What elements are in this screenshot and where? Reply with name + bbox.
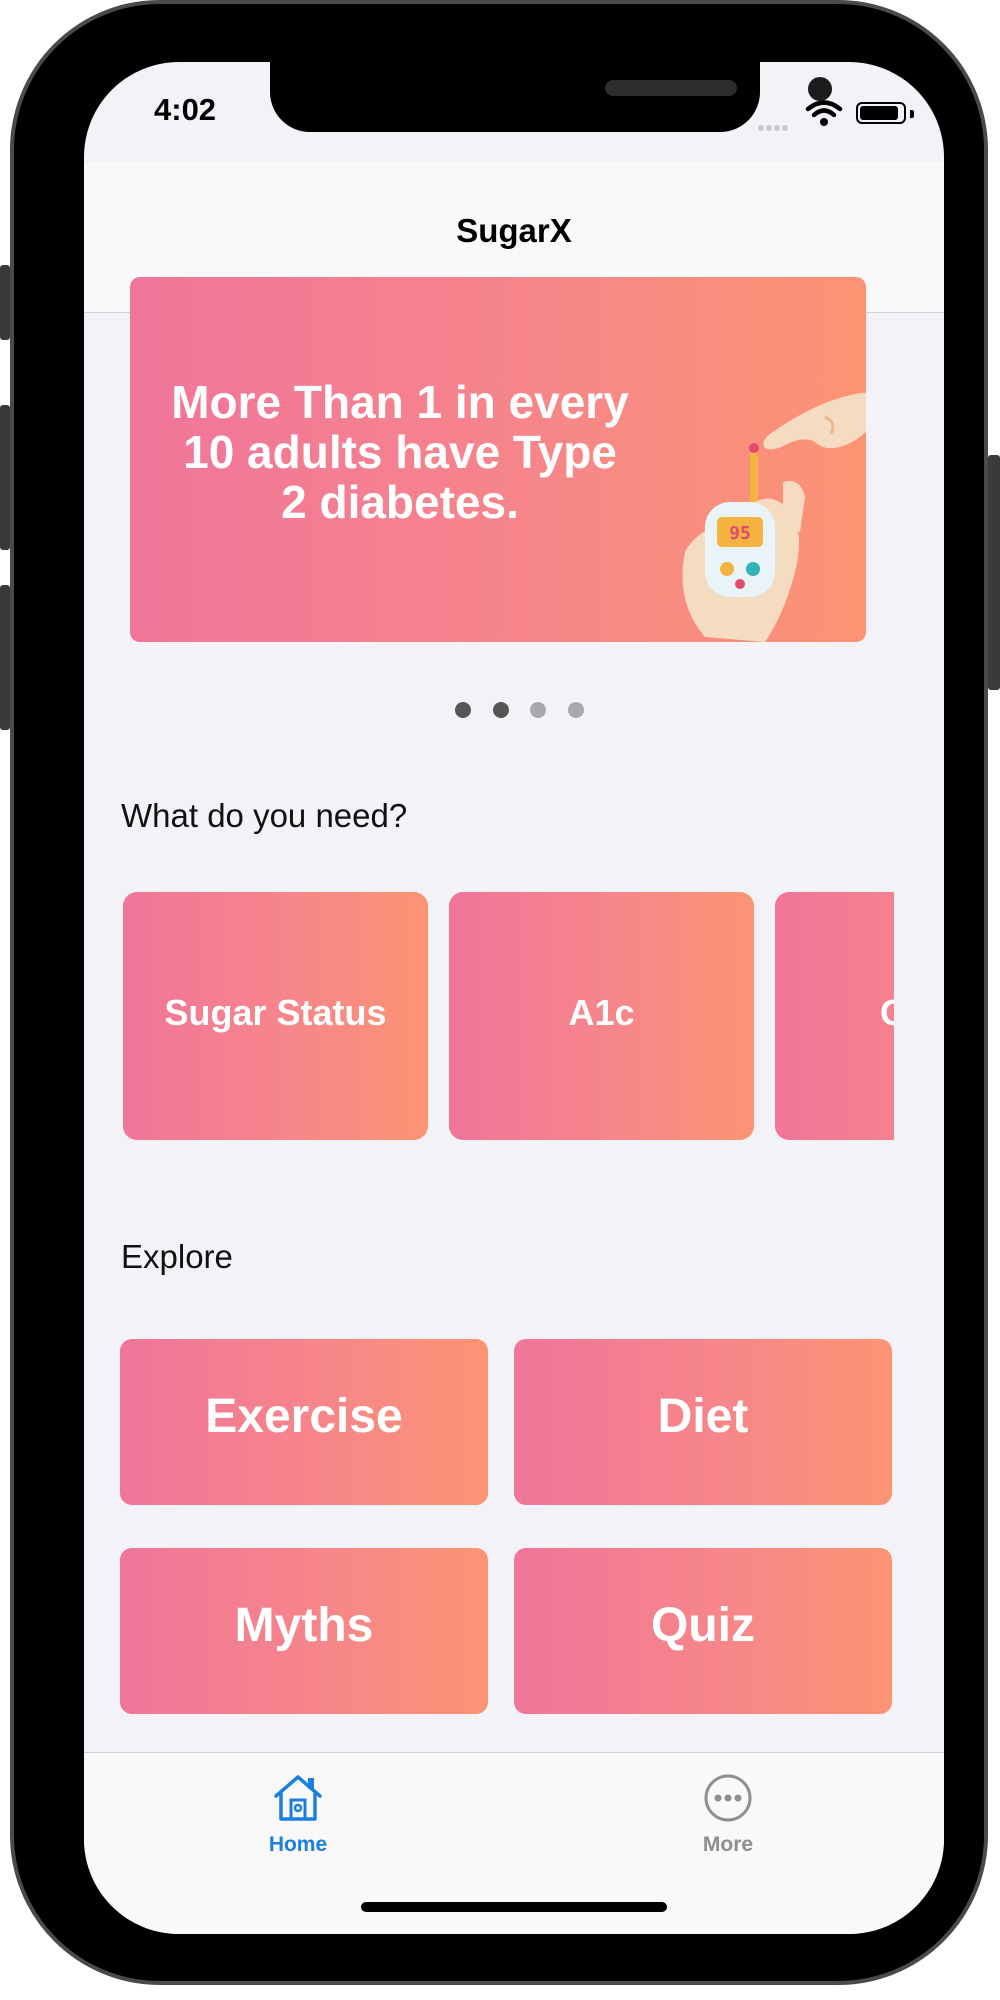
tab-home-label: Home <box>268 1833 328 1856</box>
tab-home[interactable]: Home <box>228 1772 368 1857</box>
tab-more-label: More <box>702 1833 754 1856</box>
volume-up-button <box>0 405 10 550</box>
phone-frame: 4:02 SugarX More Than 1 in every 10 adul… <box>10 0 988 1985</box>
status-time: 4:02 <box>154 92 217 127</box>
notch <box>270 62 832 132</box>
explore-card-label: Quiz <box>651 1599 755 1652</box>
explore-card-quiz[interactable]: Quiz <box>514 1548 892 1714</box>
explore-card-label: Diet <box>657 1390 749 1443</box>
app-screen: 4:02 SugarX More Than 1 in every 10 adul… <box>84 62 944 1934</box>
tab-more[interactable]: More <box>658 1772 798 1857</box>
wifi-icon <box>804 98 844 128</box>
need-card-a1c[interactable]: A1c <box>449 892 754 1140</box>
banner-line-1: More Than 1 in every <box>171 376 629 428</box>
need-card-partial[interactable]: G <box>775 892 894 1140</box>
explore-card-myths[interactable]: Myths <box>120 1548 488 1714</box>
battery-cap <box>910 110 914 118</box>
explore-card-diet[interactable]: Diet <box>514 1339 892 1505</box>
volume-down-button <box>0 585 10 730</box>
front-camera <box>808 77 832 101</box>
need-card-label: A1c <box>568 992 635 1033</box>
ellipsis-circle-icon <box>704 1774 752 1822</box>
signal-icon <box>758 118 798 131</box>
house-icon <box>274 1775 322 1821</box>
explore-section-title: Explore <box>121 1238 233 1275</box>
silent-switch <box>0 265 10 340</box>
need-card-label: Sugar Status <box>164 992 387 1033</box>
glucose-meter-illustration-icon: 95 <box>682 392 866 642</box>
need-section-title: What do you need? <box>121 797 408 834</box>
meter-reading: 95 <box>729 523 751 544</box>
page-dot-1[interactable] <box>455 702 471 718</box>
power-button <box>988 455 1000 690</box>
explore-card-label: Exercise <box>205 1390 403 1443</box>
page-dot-2[interactable] <box>493 702 509 718</box>
speaker-grille <box>605 80 737 96</box>
banner-line-3: 2 diabetes. <box>281 476 519 528</box>
banner-carousel-slide[interactable]: More Than 1 in every 10 adults have Type… <box>130 277 866 642</box>
need-card-sugar-status[interactable]: Sugar Status <box>123 892 428 1140</box>
need-card-label: G <box>880 992 894 1034</box>
page-dot-3[interactable] <box>530 702 546 718</box>
explore-card-label: Myths <box>234 1599 374 1652</box>
battery-icon <box>856 102 906 124</box>
banner-line-2: 10 adults have Type <box>183 426 617 478</box>
page-dot-4[interactable] <box>568 702 584 718</box>
home-indicator[interactable] <box>361 1902 667 1912</box>
explore-card-exercise[interactable]: Exercise <box>120 1339 488 1505</box>
nav-title: SugarX <box>456 212 572 249</box>
banner-text: More Than 1 in every 10 adults have Type… <box>150 377 650 527</box>
